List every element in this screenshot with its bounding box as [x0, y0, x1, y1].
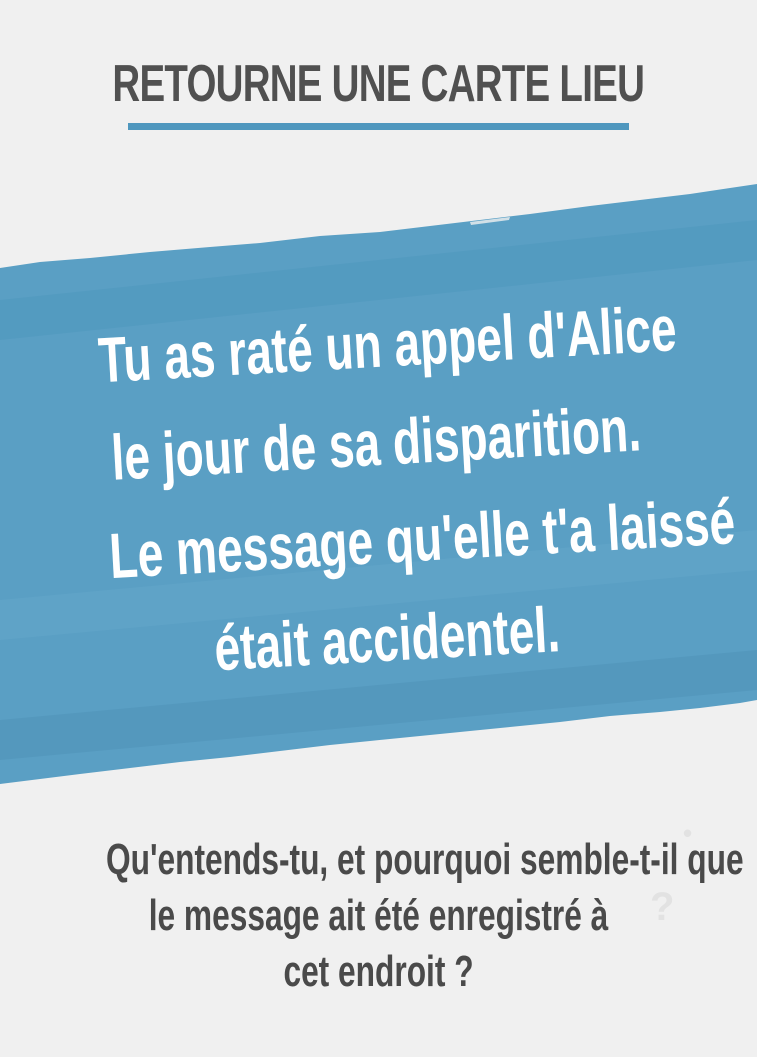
question-line-1: Qu'entends-tu, et pourquoi semble-t-il q…	[105, 835, 744, 884]
faint-question-mark-icon: ?	[650, 885, 675, 929]
question-line-2: le message ait été enregistré à	[148, 891, 609, 940]
location-card: RETOURNE UNE CARTE LIEU Tu as raté un ap…	[0, 0, 757, 1057]
question-block: Qu'entends-tu, et pourquoi semble-t-il q…	[0, 832, 757, 1000]
faint-dot-decoration-icon: •	[683, 818, 693, 848]
main-message: Tu as raté un appel d'Alice le jour de s…	[0, 275, 757, 709]
question-line-3: cet endroit ?	[283, 947, 474, 996]
